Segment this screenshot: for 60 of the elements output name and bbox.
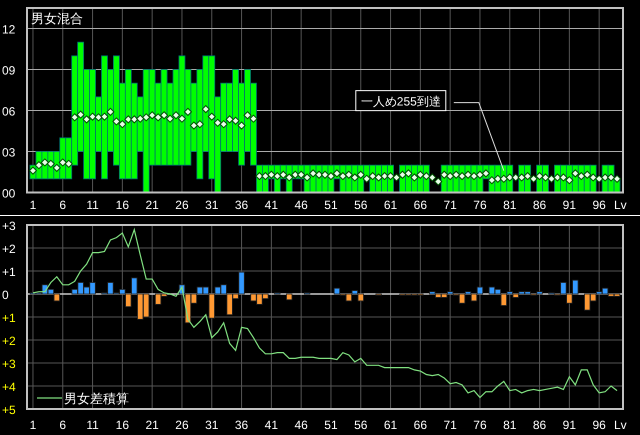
y-tick-label: 03: [2, 146, 16, 160]
x-tick-label: 31: [205, 198, 218, 212]
x-tick-label: 11: [86, 198, 99, 212]
annotation: 一人め255到達: [360, 94, 441, 109]
x-tick-label: 66: [414, 418, 428, 432]
x-tick-label: 16: [116, 418, 130, 432]
x-tick-label: 46: [294, 198, 308, 212]
x-tick-label: 56: [354, 418, 368, 432]
y-tick-label: 00: [2, 186, 16, 200]
x-tick-label: 16: [116, 198, 130, 212]
y-tick-label: +1: [2, 265, 16, 279]
y-tick-label: 0: [2, 288, 9, 302]
y-tick-label: +3: [2, 219, 16, 233]
x-tick-label: 6: [59, 418, 66, 432]
x-tick-label: 36: [234, 198, 248, 212]
annotation-label: 一人め255到達: [355, 90, 446, 112]
x-tick-label: 66: [414, 198, 428, 212]
x-tick-label: 86: [532, 418, 546, 432]
x-tick-label: 91: [562, 198, 576, 212]
x-tick-label: 71: [443, 198, 457, 212]
x-tick-label: 51: [324, 198, 338, 212]
legend-label: 男女差積算: [64, 391, 129, 406]
x-tick-label: 1: [30, 418, 36, 432]
x-tick-label: 61: [384, 198, 398, 212]
x-tick-label: 51: [324, 418, 338, 432]
y-tick-label: 09: [2, 64, 16, 78]
x-tick-label: 1: [30, 198, 36, 212]
x-tick-label: 91: [562, 418, 576, 432]
x-tick-label: 56: [354, 198, 368, 212]
axis-label: Lv: [614, 198, 627, 212]
x-tick-label: 31: [205, 418, 218, 432]
x-tick-label: 41: [264, 418, 278, 432]
x-tick-label: 86: [532, 198, 546, 212]
y-tick-label: +1: [2, 311, 16, 325]
x-tick-label: 36: [234, 418, 248, 432]
x-tick-label: 61: [384, 418, 398, 432]
x-tick-label: 26: [175, 198, 189, 212]
x-tick-label: 11: [86, 418, 99, 432]
x-tick-label: 26: [175, 418, 189, 432]
y-tick-label: +2: [2, 334, 16, 348]
x-tick-label: 96: [592, 418, 606, 432]
x-tick-label: 71: [443, 418, 457, 432]
chart-title: 男女混合: [31, 11, 83, 26]
x-tick-label: 96: [592, 198, 606, 212]
x-tick-label: 41: [264, 198, 278, 212]
x-tick-label: 6: [59, 198, 66, 212]
y-tick-label: 12: [2, 22, 16, 36]
x-tick-label: 81: [503, 198, 516, 212]
y-tick-label: +3: [2, 357, 16, 371]
x-tick-label: 76: [473, 418, 487, 432]
y-tick-label: +4: [2, 380, 16, 394]
x-tick-label: 76: [473, 198, 487, 212]
axis-label: Lv: [614, 418, 627, 432]
x-tick-label: 46: [294, 418, 308, 432]
x-tick-label: 21: [145, 418, 159, 432]
y-tick-label: 06: [2, 104, 16, 118]
y-tick-label: +5: [2, 403, 16, 417]
y-tick-label: +2: [2, 242, 16, 256]
x-tick-label: 81: [503, 418, 516, 432]
x-tick-label: 21: [145, 198, 159, 212]
